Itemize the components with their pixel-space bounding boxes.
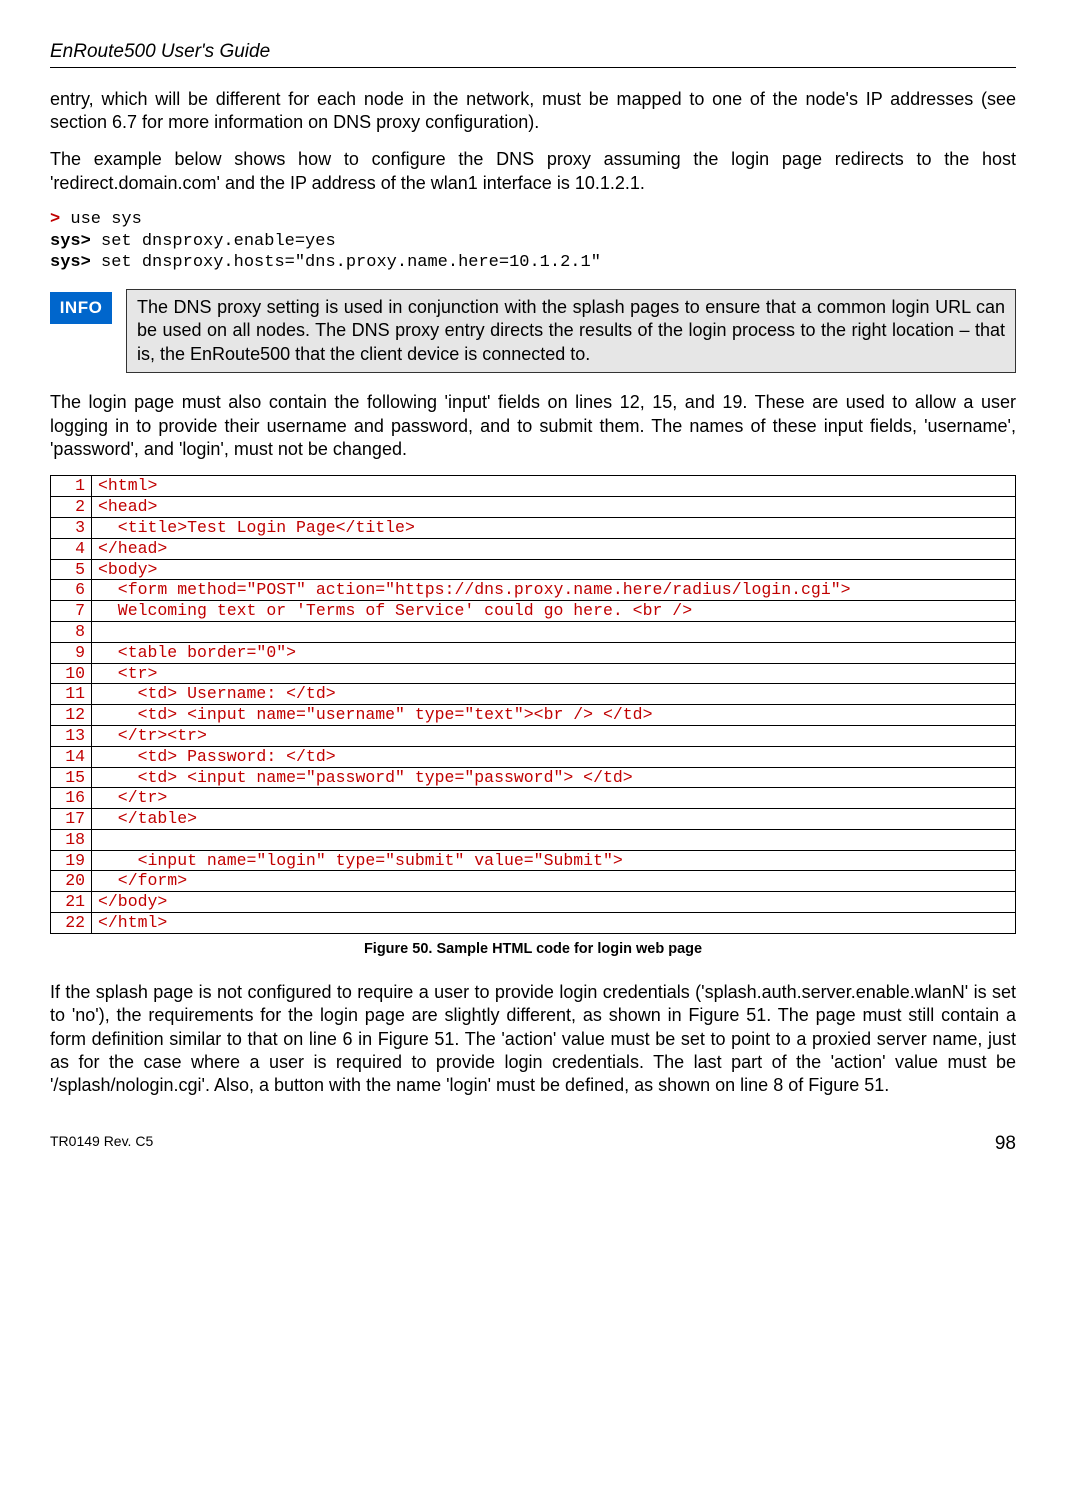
code-content: </tr> [92, 788, 1016, 809]
cli-prompt-gt: > [50, 210, 60, 229]
code-row: 19 <input name="login" type="submit" val… [51, 850, 1016, 871]
line-number: 21 [51, 892, 92, 913]
line-number: 2 [51, 497, 92, 518]
info-callout: INFO The DNS proxy setting is used in co… [50, 289, 1016, 373]
line-number: 4 [51, 538, 92, 559]
code-row: 2<head> [51, 497, 1016, 518]
code-content: </tr><tr> [92, 725, 1016, 746]
line-number: 12 [51, 705, 92, 726]
code-content [92, 621, 1016, 642]
line-number: 19 [51, 850, 92, 871]
cli-example: > use sys sys> set dnsproxy.enable=yes s… [50, 209, 1016, 273]
line-number: 15 [51, 767, 92, 788]
code-row: 9 <table border="0"> [51, 642, 1016, 663]
code-content: </body> [92, 892, 1016, 913]
code-row: 10 <tr> [51, 663, 1016, 684]
line-number: 9 [51, 642, 92, 663]
code-listing-table: 1<html>2<head>3 <title>Test Login Page</… [50, 475, 1016, 934]
code-content: <td> Password: </td> [92, 746, 1016, 767]
code-row: 4</head> [51, 538, 1016, 559]
code-content: <tr> [92, 663, 1016, 684]
code-content: Welcoming text or 'Terms of Service' cou… [92, 601, 1016, 622]
page-footer: TR0149 Rev. C5 98 [50, 1132, 1016, 1157]
header-rule [50, 67, 1016, 68]
footer-page-number: 98 [995, 1132, 1016, 1157]
paragraph-3: The login page must also contain the fol… [50, 391, 1016, 461]
paragraph-4: If the splash page is not configured to … [50, 981, 1016, 1098]
code-row: 5<body> [51, 559, 1016, 580]
code-row: 16 </tr> [51, 788, 1016, 809]
cli-command: set dnsproxy.hosts="dns.proxy.name.here=… [91, 253, 601, 272]
cli-command: use sys [60, 210, 142, 229]
info-box-text: The DNS proxy setting is used in conjunc… [126, 289, 1016, 373]
line-number: 11 [51, 684, 92, 705]
code-row: 21</body> [51, 892, 1016, 913]
code-row: 17 </table> [51, 809, 1016, 830]
line-number: 17 [51, 809, 92, 830]
line-number: 5 [51, 559, 92, 580]
line-number: 13 [51, 725, 92, 746]
code-content: </table> [92, 809, 1016, 830]
figure-caption: Figure 50. Sample HTML code for login we… [50, 940, 1016, 959]
code-row: 14 <td> Password: </td> [51, 746, 1016, 767]
code-row: 6 <form method="POST" action="https://dn… [51, 580, 1016, 601]
code-content: <html> [92, 476, 1016, 497]
code-row: 3 <title>Test Login Page</title> [51, 517, 1016, 538]
line-number: 20 [51, 871, 92, 892]
code-row: 22</html> [51, 913, 1016, 934]
code-row: 15 <td> <input name="password" type="pas… [51, 767, 1016, 788]
cli-line-1: > use sys [50, 209, 1016, 230]
code-content: <head> [92, 497, 1016, 518]
cli-line-2: sys> set dnsproxy.enable=yes [50, 231, 1016, 252]
line-number: 7 [51, 601, 92, 622]
code-content: <title>Test Login Page</title> [92, 517, 1016, 538]
code-content: </form> [92, 871, 1016, 892]
footer-left: TR0149 Rev. C5 [50, 1132, 153, 1157]
line-number: 3 [51, 517, 92, 538]
cli-command: set dnsproxy.enable=yes [91, 232, 336, 251]
cli-prompt: sys> [50, 253, 91, 272]
cli-prompt: sys> [50, 232, 91, 251]
line-number: 10 [51, 663, 92, 684]
code-row: 8 [51, 621, 1016, 642]
paragraph-1: entry, which will be different for each … [50, 88, 1016, 135]
info-icon: INFO [50, 292, 112, 324]
code-content: <td> <input name="username" type="text">… [92, 705, 1016, 726]
line-number: 1 [51, 476, 92, 497]
code-content: </head> [92, 538, 1016, 559]
line-number: 8 [51, 621, 92, 642]
paragraph-2: The example below shows how to configure… [50, 148, 1016, 195]
doc-header-title: EnRoute500 User's Guide [50, 40, 1016, 65]
code-content: <table border="0"> [92, 642, 1016, 663]
code-row: 13 </tr><tr> [51, 725, 1016, 746]
code-row: 11 <td> Username: </td> [51, 684, 1016, 705]
code-row: 20 </form> [51, 871, 1016, 892]
code-row: 12 <td> <input name="username" type="tex… [51, 705, 1016, 726]
line-number: 18 [51, 829, 92, 850]
code-content: </html> [92, 913, 1016, 934]
code-content: <td> <input name="password" type="passwo… [92, 767, 1016, 788]
code-content: <td> Username: </td> [92, 684, 1016, 705]
code-content: <input name="login" type="submit" value=… [92, 850, 1016, 871]
code-content: <form method="POST" action="https://dns.… [92, 580, 1016, 601]
code-row: 7 Welcoming text or 'Terms of Service' c… [51, 601, 1016, 622]
code-content [92, 829, 1016, 850]
cli-line-3: sys> set dnsproxy.hosts="dns.proxy.name.… [50, 252, 1016, 273]
line-number: 22 [51, 913, 92, 934]
code-content: <body> [92, 559, 1016, 580]
code-row: 18 [51, 829, 1016, 850]
line-number: 16 [51, 788, 92, 809]
line-number: 6 [51, 580, 92, 601]
code-row: 1<html> [51, 476, 1016, 497]
line-number: 14 [51, 746, 92, 767]
